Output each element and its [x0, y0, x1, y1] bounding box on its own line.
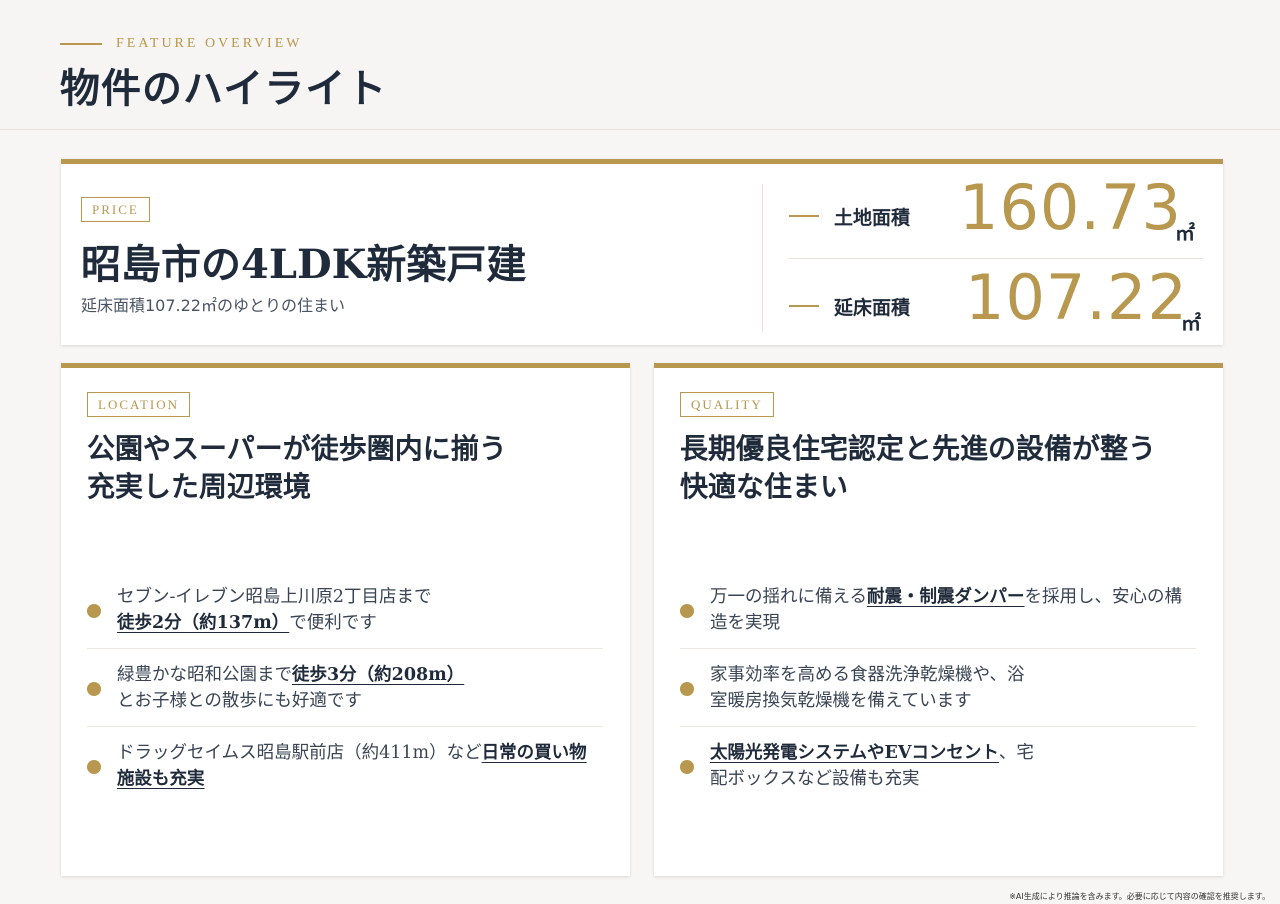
stat-land-area: 土地面積 160.73 ㎡	[789, 169, 1203, 259]
list-item: 家事効率を高める食器洗浄乾燥機や、浴室暖房換気乾燥機を備えています	[680, 649, 1196, 727]
stat-value: 160.73	[959, 171, 1182, 244]
quality-list: 万一の揺れに備える耐震・制震ダンパーを採用し、安心の構造を実現 家事効率を高める…	[680, 571, 1196, 805]
list-item-text: 緑豊かな昭和公園まで徒歩3分（約208m） とお子様との散歩にも好適です	[117, 665, 465, 711]
list-item: セブン-イレブン昭島上川原2丁目店まで徒歩2分（約137m）で便利です	[87, 571, 603, 649]
price-card: PRICE 昭島市の4LDK新築戸建 延床面積107.22㎡のゆとりの住まい 土…	[61, 159, 1223, 345]
location-title-line: 公園やスーパーが徒歩圏内に揃う	[87, 432, 507, 465]
stat-label: 延床面積	[834, 297, 911, 319]
stat-label: 土地面積	[834, 207, 911, 229]
list-item-text: セブン-イレブン昭島上川原2丁目店まで徒歩2分（約137m）で便利です	[117, 587, 432, 633]
stat-unit: ㎡	[1175, 221, 1195, 245]
list-item: 太陽光発電システムやEVコンセント、宅配ボックスなど設備も充実	[680, 727, 1196, 805]
list-item: 万一の揺れに備える耐震・制震ダンパーを採用し、安心の構造を実現	[680, 571, 1196, 649]
location-title-line: 充実した周辺環境	[87, 470, 312, 503]
quality-card: QUALITY 長期優良住宅認定と先進の設備が整う 快適な住まい 万一の揺れに備…	[654, 363, 1223, 876]
eyebrow-line	[60, 43, 102, 45]
quality-title-line: 快適な住まい	[680, 470, 849, 503]
location-card: LOCATION 公園やスーパーが徒歩圏内に揃う 充実した周辺環境 セブン-イレ…	[61, 363, 630, 876]
footnote: ※AI生成により推論を含みます。必要に応じて内容の確認を推奨します。	[1009, 892, 1270, 901]
stat-dash	[789, 215, 819, 217]
bullet-dot	[87, 604, 101, 618]
quality-title-line: 長期優良住宅認定と先進の設備が整う	[680, 432, 1157, 465]
location-label: LOCATION	[87, 392, 190, 417]
stat-value: 107.22	[965, 261, 1188, 334]
location-title: 公園やスーパーが徒歩圏内に揃う 充実した周辺環境	[87, 430, 617, 506]
price-subtitle: 延床面積107.22㎡のゆとりの住まい	[81, 296, 345, 315]
bullet-dot	[87, 682, 101, 696]
stat-floor-area: 延床面積 107.22 ㎡	[789, 259, 1203, 349]
list-item-text: 家事効率を高める食器洗浄乾燥機や、浴室暖房換気乾燥機を備えています	[710, 665, 1025, 711]
quality-title: 長期優良住宅認定と先進の設備が整う 快適な住まい	[680, 430, 1210, 506]
page-header: FEATURE OVERVIEW 物件のハイライト	[0, 0, 1280, 130]
page-title: 物件のハイライト	[60, 65, 388, 112]
bullet-dot	[680, 760, 694, 774]
quality-label: QUALITY	[680, 392, 774, 417]
bullet-dot	[680, 682, 694, 696]
price-label: PRICE	[81, 197, 150, 222]
price-title: 昭島市の4LDK新築戸建	[81, 241, 527, 288]
price-divider	[762, 184, 763, 332]
list-item: ドラッグセイムス昭島駅前店（約411m）など日常の買い物施設も充実	[87, 727, 603, 805]
list-item-text: ドラッグセイムス昭島駅前店（約411m）など日常の買い物施設も充実	[117, 743, 587, 789]
list-item-text: 太陽光発電システムやEVコンセント、宅配ボックスなど設備も充実	[710, 743, 1034, 789]
bullet-dot	[680, 604, 694, 618]
bullet-dot	[87, 760, 101, 774]
stat-unit: ㎡	[1181, 311, 1201, 335]
eyebrow: FEATURE OVERVIEW	[60, 36, 302, 52]
eyebrow-text: FEATURE OVERVIEW	[116, 36, 303, 51]
list-item-text: 万一の揺れに備える耐震・制震ダンパーを採用し、安心の構造を実現	[710, 587, 1182, 633]
list-item: 緑豊かな昭和公園まで徒歩3分（約208m） とお子様との散歩にも好適です	[87, 649, 603, 727]
location-list: セブン-イレブン昭島上川原2丁目店まで徒歩2分（約137m）で便利です 緑豊かな…	[87, 571, 603, 805]
stat-dash	[789, 305, 819, 307]
